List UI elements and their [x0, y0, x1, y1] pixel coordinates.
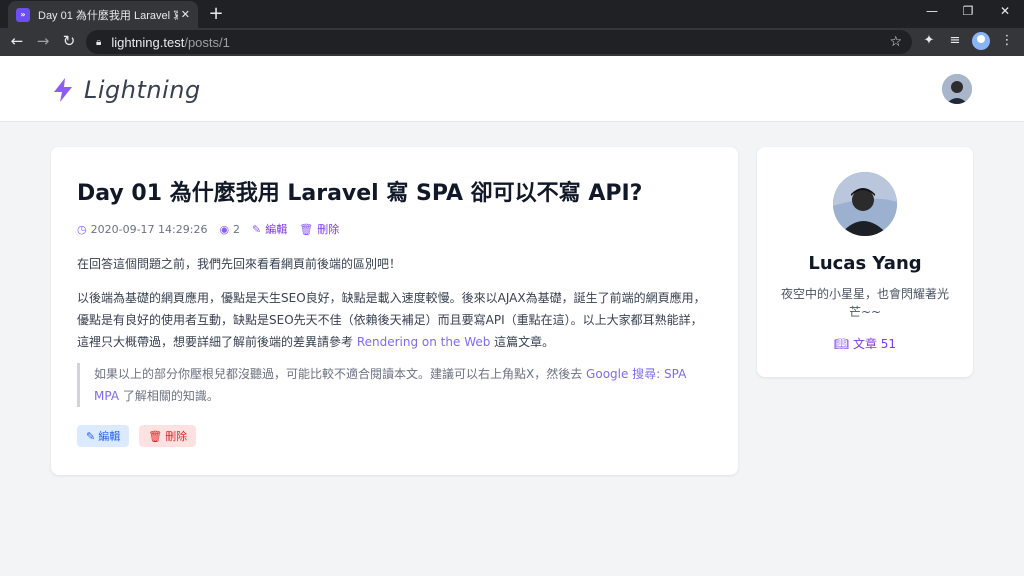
post-paragraph-1: 在回答這個問題之前，我們先回來看看網頁前後端的區別吧！: [77, 257, 402, 271]
author-name: Lucas Yang: [808, 253, 922, 274]
quote-text-a: 如果以上的部分你壓根兒都沒聽過，可能比較不適合閱讀本文。建議可以右上角點X，然後…: [94, 367, 587, 381]
post-datetime: ◷ 2020-09-17 14:29:26: [77, 223, 207, 236]
window-close-icon[interactable]: ✕: [995, 4, 1015, 18]
posts-count-label: 文章 51: [852, 337, 897, 351]
tab-title: Day 01 為什麼我用 Laravel 寫 SP: [38, 9, 178, 22]
post-meta: ◷ 2020-09-17 14:29:26 ◉ 2 ✎ 編輯 🗑︎ 刪除: [77, 221, 712, 237]
extensions-icon[interactable]: ✦: [920, 33, 938, 48]
site-favicon-icon: »: [16, 7, 30, 22]
trash-icon: 🗑︎: [299, 222, 314, 236]
author-card: Lucas Yang 夜空中的小星星，也會閃耀著光芒~~ 📖︎ 文章 51: [757, 147, 973, 377]
meta-edit-label: 編輯: [265, 223, 288, 236]
url-host: lightning.test: [111, 34, 185, 50]
author-posts-link[interactable]: 📖︎ 文章 51: [757, 335, 973, 352]
post-blockquote: 如果以上的部分你壓根兒都沒聽過，可能比較不適合閱讀本文。建議可以右上角點X，然後…: [77, 363, 712, 407]
post-title: Day 01 為什麼我用 Laravel 寫 SPA 卻可以不寫 API?: [77, 181, 643, 206]
book-icon: 📖︎: [833, 337, 850, 351]
rendering-on-the-web-link[interactable]: Rendering on the Web: [357, 335, 491, 349]
delete-button-label: 刪除: [165, 430, 188, 443]
author-avatar[interactable]: [833, 172, 897, 236]
logo-text: Lightning: [84, 76, 201, 104]
post-views: ◉ 2: [219, 223, 240, 236]
browser-menu-icon[interactable]: ⋮: [998, 33, 1016, 48]
lock-icon: 🔒︎: [96, 36, 102, 48]
forward-icon[interactable]: →: [33, 32, 53, 50]
new-tab-icon[interactable]: +: [206, 3, 226, 24]
user-avatar[interactable]: [942, 74, 972, 104]
edit-button-label: 編輯: [98, 430, 121, 443]
edit-button[interactable]: ✎ 編輯: [77, 425, 130, 447]
bookmark-star-icon[interactable]: ☆: [889, 34, 902, 50]
media-control-icon[interactable]: ≡: [946, 33, 964, 48]
site-logo[interactable]: Lightning: [52, 76, 201, 104]
views-count: 2: [233, 222, 241, 236]
meta-edit-link[interactable]: ✎ 編輯: [252, 221, 287, 237]
meta-delete-link[interactable]: 🗑︎ 刪除: [299, 221, 339, 237]
datetime-text: 2020-09-17 14:29:26: [90, 222, 208, 236]
url-path: /posts/1: [184, 34, 230, 50]
minimize-icon[interactable]: —: [922, 4, 942, 18]
reload-icon[interactable]: ↻: [59, 32, 79, 50]
back-icon[interactable]: ←: [7, 32, 27, 50]
close-tab-icon[interactable]: ✕: [181, 8, 190, 21]
browser-tab[interactable]: » Day 01 為什麼我用 Laravel 寫 SP ✕: [8, 1, 198, 28]
browser-profile-icon[interactable]: [972, 32, 990, 50]
post-card: Day 01 為什麼我用 Laravel 寫 SPA 卻可以不寫 API? ◷ …: [51, 147, 738, 475]
pencil-icon: ✎: [252, 222, 262, 236]
trash-icon: 🗑︎: [148, 429, 163, 443]
address-bar[interactable]: 🔒︎ lightning.test /posts/1 ☆: [86, 30, 912, 54]
lightning-bolt-icon: [54, 78, 72, 102]
clock-icon: ◷: [77, 222, 87, 236]
browser-toolbar: ← → ↻ 🔒︎ lightning.test /posts/1 ☆ ✦ ≡ ⋮: [0, 28, 1024, 56]
post-actions: ✎ 編輯 🗑︎ 刪除: [77, 425, 712, 447]
site-header: Lightning: [0, 56, 1024, 122]
eye-icon: ◉: [219, 222, 230, 236]
author-bio: 夜空中的小星星，也會閃耀著光芒~~: [780, 287, 949, 319]
delete-button[interactable]: 🗑︎ 刪除: [139, 425, 197, 447]
paragraph-2-text-b: 這篇文章。: [490, 335, 555, 349]
restore-icon[interactable]: ❐: [958, 4, 978, 18]
meta-delete-label: 刪除: [317, 223, 340, 236]
browser-tabbar: » Day 01 為什麼我用 Laravel 寫 SP ✕ + — ❐ ✕: [0, 0, 1024, 28]
post-paragraph-2: 以後端為基礎的網頁應用，優點是天生SEO良好，缺點是載入速度較慢。後來以AJAX…: [77, 287, 712, 353]
quote-text-b: 了解相關的知識。: [119, 389, 219, 403]
pencil-icon: ✎: [86, 429, 96, 443]
